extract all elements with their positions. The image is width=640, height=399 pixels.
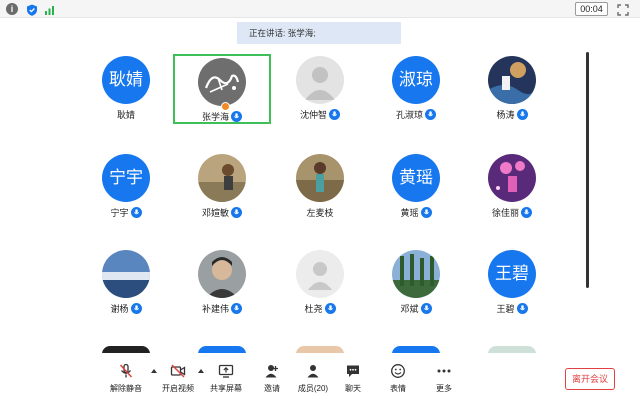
start-video-button[interactable]: 开启视频 [156,363,200,394]
participant-name: 邓媗敏 [201,208,229,218]
participant-name: 沈仲智 [299,110,327,120]
avatar [198,250,246,298]
unmute-button[interactable]: 解除静音 [104,363,148,394]
avatar [296,56,344,104]
shield-icon[interactable] [26,3,38,16]
avatar [488,56,536,104]
participant-name: 补建伟 [201,304,229,314]
participant-tile[interactable]: 黄瑶 黄瑶 [367,150,465,220]
mic-muted-icon [119,363,133,378]
participant-tile[interactable]: 谢杨 [77,246,175,316]
participant-name: 邓斌 [400,304,419,314]
chat-icon [347,365,359,377]
reactions-button[interactable]: 表情 [376,363,420,394]
participant-name: 杜尧 [304,304,323,314]
participant-name: 黄瑶 [400,208,419,218]
participant-tile[interactable]: 沈仲智 [271,52,369,122]
grid-scrollbar[interactable] [586,52,589,288]
invite-label: 邀请 [264,384,280,393]
mic-icon [231,111,242,122]
avatar [102,250,150,298]
add-user-icon [265,365,278,378]
mic-icon [231,303,242,314]
participant-name: 左麦枝 [306,208,334,218]
mic-icon [130,207,142,218]
mic-icon [324,303,336,314]
participant-tile[interactable]: 淑琼 孔淑琼 [367,52,465,122]
share-screen-icon [218,364,234,378]
mic-icon [420,207,432,218]
active-speaker-banner: 正在讲话: 张学海; [237,22,401,44]
chat-button[interactable]: 聊天 [331,363,375,394]
avatar [296,154,344,202]
participant-name: 杨涛 [496,110,515,120]
meeting-toolbar: 解除静音 开启视频 共享屏幕 邀请 成员(20) 聊天 表情 更多 [0,353,640,399]
participant-tile[interactable]: 邓媗敏 [173,150,271,220]
members-button[interactable]: 成员(20) [291,363,335,394]
participant-name: 张学海 [201,112,229,122]
participant-tile[interactable]: 杜尧 [271,246,369,316]
top-bar: i 00:04 [0,0,640,18]
chat-label: 聊天 [345,384,361,393]
members-icon [307,365,319,378]
participant-tile[interactable]: 邓斌 [367,246,465,316]
leave-meeting-button[interactable]: 离开会议 [565,368,615,390]
share-screen-label: 共享屏幕 [210,384,242,393]
avatar [488,154,536,202]
start-video-label: 开启视频 [162,384,194,393]
reactions-label: 表情 [390,384,406,393]
participant-tile[interactable]: 左麦枝 [271,150,369,220]
mic-icon [329,109,340,120]
participant-name: 谢杨 [110,304,129,314]
participant-tile[interactable]: 补建伟 [173,246,271,316]
avatar [296,250,344,298]
invite-button[interactable]: 邀请 [250,363,294,394]
more-button[interactable]: 更多 [422,363,466,394]
participant-tile[interactable]: 耿婧 耿婧 [77,52,175,122]
video-off-icon [170,364,186,378]
avatar: 王碧 [488,250,536,298]
share-screen-button[interactable]: 共享屏幕 [204,363,248,394]
avatar [392,250,440,298]
unmute-label: 解除静音 [110,384,142,393]
mic-icon [420,303,432,314]
avatar [198,154,246,202]
participant-tile[interactable]: 王碧 王碧 [463,246,561,316]
mic-icon [130,303,142,314]
participant-tile[interactable]: 杨涛 [463,52,561,122]
mic-icon [521,207,532,218]
fullscreen-icon[interactable] [617,3,629,16]
members-label: 成员(20) [297,384,329,393]
meeting-timer: 00:04 [575,2,608,16]
mic-icon [516,109,528,120]
signal-icon[interactable] [44,3,56,15]
mic-icon [516,303,528,314]
participant-tile[interactable]: 宁宇 宁宇 [77,150,175,220]
participant-name: 徐佳丽 [491,208,519,218]
more-icon [437,369,451,373]
info-icon[interactable]: i [6,3,18,15]
participant-name: 耿婧 [116,110,135,120]
avatar: 耿婧 [102,56,150,104]
participant-name: 孔淑琼 [395,110,423,120]
emoji-icon [391,364,405,378]
participant-tile[interactable]: 徐佳丽 [463,150,561,220]
mic-icon [425,109,436,120]
participant-name: 王碧 [496,304,515,314]
avatar: 宁宇 [102,154,150,202]
avatar [198,58,246,106]
more-label: 更多 [436,384,452,393]
participant-name: 宁宇 [110,208,129,218]
avatar: 淑琼 [392,56,440,104]
avatar: 黄瑶 [392,154,440,202]
participant-tile-active[interactable]: 张学海 [173,54,271,124]
mic-icon [231,207,242,218]
